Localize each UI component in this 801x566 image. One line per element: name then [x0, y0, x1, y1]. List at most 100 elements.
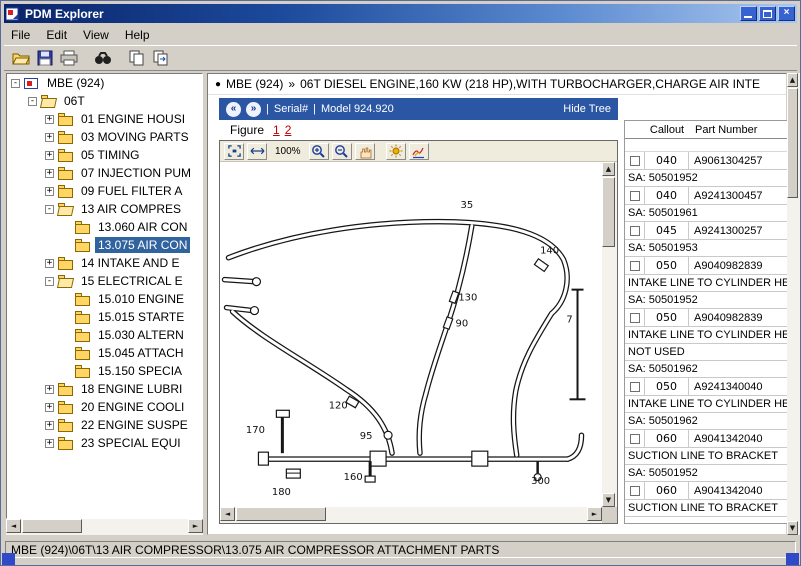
tree-node-label[interactable]: 20 ENGINE COOLI — [78, 399, 187, 415]
tree-node-label[interactable]: 23 SPECIAL EQUI — [78, 435, 184, 451]
scroll-down-button[interactable]: ▼ — [787, 521, 798, 535]
tree-node-label[interactable]: 01 ENGINE HOUSI — [78, 111, 188, 127]
menu-item-view[interactable]: View — [76, 26, 118, 44]
tree-node-label[interactable]: 09 FUEL FILTER A — [78, 183, 185, 199]
print-button[interactable] — [57, 47, 81, 69]
search-button[interactable] — [91, 47, 115, 69]
tree-node[interactable]: +05 TIMING — [7, 146, 202, 164]
tree-node[interactable]: 15.010 ENGINE — [7, 290, 202, 308]
part-checkbox[interactable] — [630, 313, 640, 323]
tree-node[interactable]: 15.045 ATTACH — [7, 344, 202, 362]
tree-node[interactable]: +20 ENGINE COOLI — [7, 398, 202, 416]
fit-width-button[interactable] — [247, 143, 267, 160]
tree-node[interactable]: +03 MOVING PARTS — [7, 128, 202, 146]
hide-tree-link[interactable]: Hide Tree — [563, 103, 611, 115]
expand-icon[interactable]: + — [45, 115, 54, 124]
minimize-button[interactable] — [740, 6, 757, 21]
tree-node-label[interactable]: 15.150 SPECIA — [95, 363, 185, 379]
parts-vertical-scrollbar[interactable]: ▲ ▼ — [787, 73, 800, 535]
scroll-down-button[interactable]: ▼ — [602, 493, 615, 507]
serial-link[interactable]: Serial# — [274, 103, 308, 115]
part-checkbox[interactable] — [630, 156, 640, 166]
part-checkbox[interactable] — [630, 434, 640, 444]
part-checkbox[interactable] — [630, 226, 640, 236]
figure-page-1[interactable]: 1 — [273, 123, 280, 137]
tree-node[interactable]: -MBE (924) — [7, 74, 202, 92]
tree-horizontal-scrollbar[interactable]: ◄ ► — [6, 519, 203, 535]
menu-item-help[interactable]: Help — [118, 26, 159, 44]
expand-icon[interactable]: + — [45, 133, 54, 142]
tree-node-label[interactable]: 18 ENGINE LUBRI — [78, 381, 185, 397]
part-checkbox[interactable] — [630, 382, 640, 392]
tree-node-label[interactable]: 22 ENGINE SUSPE — [78, 417, 191, 433]
tree-node[interactable]: - 15 ELECTRICAL E — [7, 272, 202, 290]
tree-node[interactable]: +23 SPECIAL EQUI — [7, 434, 202, 452]
expand-icon[interactable]: + — [45, 169, 54, 178]
tree-node-label[interactable]: 13.075 AIR CON — [95, 237, 190, 253]
tree-node[interactable]: +18 ENGINE LUBRI — [7, 380, 202, 398]
tree-node-label[interactable]: 15.045 ATTACH — [95, 345, 187, 361]
tree-node-label[interactable]: 15 ELECTRICAL E — [78, 273, 186, 289]
collapse-icon[interactable]: - — [45, 205, 54, 214]
scroll-thumb[interactable] — [22, 519, 82, 533]
prev-figure-button[interactable]: « — [226, 102, 241, 117]
scroll-thumb[interactable] — [602, 177, 615, 247]
tree-node[interactable]: +09 FUEL FILTER A — [7, 182, 202, 200]
maximize-button[interactable] — [759, 6, 776, 21]
copy-button[interactable] — [125, 47, 149, 69]
collapse-icon[interactable]: - — [28, 97, 37, 106]
close-button[interactable]: × — [778, 6, 795, 21]
next-figure-button[interactable]: » — [246, 102, 261, 117]
tree-node[interactable]: +01 ENGINE HOUSI — [7, 110, 202, 128]
tree-node[interactable]: 13.075 AIR CON — [7, 236, 202, 254]
export-button[interactable] — [149, 47, 173, 69]
scroll-up-button[interactable]: ▲ — [602, 162, 615, 176]
pan-button[interactable] — [355, 143, 375, 160]
tree-node-label[interactable]: 13.060 AIR CON — [95, 219, 190, 235]
tree-node-label[interactable]: 07 INJECTION PUM — [78, 165, 194, 181]
brightness-button[interactable] — [386, 143, 406, 160]
part-checkbox[interactable] — [630, 486, 640, 496]
scroll-thumb[interactable] — [236, 507, 326, 521]
collapse-icon[interactable]: - — [45, 277, 54, 286]
part-checkbox[interactable] — [630, 191, 640, 201]
fit-page-button[interactable] — [224, 143, 244, 160]
tree-node-label[interactable]: 05 TIMING — [78, 147, 142, 163]
menu-item-edit[interactable]: Edit — [39, 26, 76, 44]
scroll-up-button[interactable]: ▲ — [787, 73, 798, 87]
scroll-right-button[interactable]: ► — [587, 507, 602, 521]
expand-icon[interactable]: + — [45, 151, 54, 160]
tree-node[interactable]: +14 INTAKE AND E — [7, 254, 202, 272]
expand-icon[interactable]: + — [45, 439, 54, 448]
tree-node-label[interactable]: 15.015 STARTE — [95, 309, 187, 325]
expand-icon[interactable]: + — [45, 259, 54, 268]
expand-icon[interactable]: + — [45, 187, 54, 196]
menu-item-file[interactable]: File — [4, 26, 39, 44]
tree-node[interactable]: +07 INJECTION PUM — [7, 164, 202, 182]
expand-icon[interactable]: + — [45, 403, 54, 412]
scroll-left-button[interactable]: ◄ — [6, 519, 21, 533]
figure-vertical-scrollbar[interactable]: ▲ ▼ — [602, 162, 617, 507]
tree-node-label[interactable]: MBE (924) — [44, 75, 107, 91]
figure-page-2[interactable]: 2 — [285, 123, 292, 137]
markup-button[interactable] — [409, 143, 429, 160]
tree-node[interactable]: 15.150 SPECIA — [7, 362, 202, 380]
title-bar[interactable]: PDM Explorer × — [4, 4, 797, 23]
figure-horizontal-scrollbar[interactable]: ◄ ► — [220, 507, 602, 523]
tree-node[interactable]: 13.060 AIR CON — [7, 218, 202, 236]
part-checkbox[interactable] — [630, 261, 640, 271]
tree-node[interactable]: 15.030 ALTERN — [7, 326, 202, 344]
tree-node-label[interactable]: 15.010 ENGINE — [95, 291, 187, 307]
breadcrumb-root-link[interactable]: MBE (924) — [226, 77, 283, 91]
scroll-right-button[interactable]: ► — [188, 519, 203, 533]
scroll-left-button[interactable]: ◄ — [220, 507, 235, 521]
tree-node[interactable]: +22 ENGINE SUSPE — [7, 416, 202, 434]
tree-node[interactable]: 15.015 STARTE — [7, 308, 202, 326]
expand-icon[interactable]: + — [45, 421, 54, 430]
scroll-thumb[interactable] — [787, 88, 798, 198]
expand-icon[interactable]: + — [45, 385, 54, 394]
tree-node-label[interactable]: 06T — [61, 93, 88, 109]
tree-node-label[interactable]: 13 AIR COMPRES — [78, 201, 184, 217]
tree-node-label[interactable]: 14 INTAKE AND E — [78, 255, 182, 271]
diagram-canvas[interactable]: 3514013090712095170160300180 — [220, 162, 602, 507]
